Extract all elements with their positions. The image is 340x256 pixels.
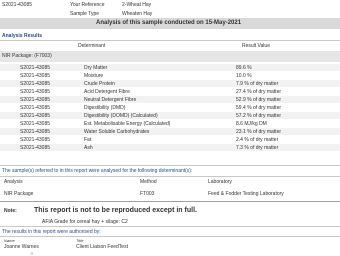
authoriser-title: Client Liaison FeedTest bbox=[76, 244, 128, 250]
referred-divider bbox=[0, 176, 340, 177]
row-value: 89.6 % bbox=[236, 65, 252, 71]
authoriser-name: Joanne Warnes bbox=[4, 244, 39, 250]
col-name: Name bbox=[4, 238, 15, 243]
row-determinant: Neutral Detergent Fibre bbox=[84, 97, 137, 103]
row-sample: S2021-43085 bbox=[20, 105, 51, 111]
row-sample: S2021-43085 bbox=[20, 89, 51, 95]
referred-laboratory: Feed & Fodder Testing Laboratory bbox=[208, 191, 284, 197]
col-analysis: Analysis bbox=[4, 179, 23, 185]
row-value: 59.4 % of dry matter bbox=[236, 105, 282, 111]
row-value: 23.1 % of dry matter bbox=[236, 129, 282, 135]
authorised-section-title: The results in this report were authoris… bbox=[2, 229, 101, 235]
sample-type-label: Sample Type bbox=[70, 11, 100, 17]
table-row bbox=[0, 96, 340, 103]
row-determinant: Digestibility (DOMD) (Calculated) bbox=[84, 113, 158, 119]
referred-bottom-line bbox=[0, 201, 340, 202]
note-label: Note: bbox=[4, 208, 17, 214]
table-row bbox=[0, 144, 340, 151]
row-value: 10.0 % bbox=[236, 73, 252, 79]
row-sample: S2021-43085 bbox=[20, 73, 51, 79]
row-value: 8.6 MJ/kg DM bbox=[236, 121, 267, 127]
results-section-title: Analysis Results bbox=[2, 33, 43, 39]
your-reference-label: Your Reference bbox=[70, 2, 105, 8]
row-sample: S2021-43085 bbox=[20, 65, 51, 71]
col-title: Title bbox=[76, 238, 84, 243]
row-sample: S2021-43085 bbox=[20, 121, 51, 127]
row-value: 7.9 % of dry matter bbox=[236, 81, 279, 87]
package-label: NIR Package: (F7003) bbox=[2, 53, 52, 59]
table-row bbox=[0, 128, 340, 135]
referred-method: FT003 bbox=[140, 191, 155, 197]
row-sample: S2021-43085 bbox=[20, 145, 51, 151]
row-sample: S2021-43085 bbox=[20, 97, 51, 103]
row-determinant: Crude Protein bbox=[84, 81, 115, 87]
row-determinant: Dry Matter bbox=[84, 65, 108, 71]
referred-divider-top bbox=[0, 165, 340, 166]
referred-analysis: NIR Package bbox=[4, 191, 34, 197]
row-value: 57.2 % of dry matter bbox=[236, 113, 282, 119]
table-row bbox=[0, 64, 340, 71]
col-method: Method bbox=[140, 179, 157, 185]
referred-section-title: The sample(s) referred to in this report… bbox=[2, 168, 193, 174]
row-determinant: Est. Metabolisable Energy (Calculated) bbox=[84, 121, 171, 127]
row-determinant: Acid Detergent Fibre bbox=[84, 89, 130, 95]
sample-type-value: Wheaten Hay bbox=[122, 11, 153, 17]
table-row bbox=[0, 112, 340, 119]
your-reference-value: 2-Wheat Hay bbox=[122, 2, 152, 8]
row-determinant: Digestibility (DMD) bbox=[84, 105, 126, 111]
afia-grade: AFIA Grade for cereal hay + silage: C2 bbox=[42, 219, 128, 225]
row-value: 2.4 % of dry matter bbox=[236, 137, 279, 143]
row-determinant: Fat bbox=[84, 137, 92, 143]
row-value: 27.4 % of dry matter bbox=[236, 89, 282, 95]
col-result-value: Result Value bbox=[242, 43, 270, 49]
note-text: This report is not to be reproduced exce… bbox=[34, 207, 197, 214]
col-determinant: Determinant bbox=[78, 43, 106, 49]
row-value: 52.9 % of dry matter bbox=[236, 97, 282, 103]
row-sample: S2021-43085 bbox=[20, 129, 51, 135]
row-determinant: Ash bbox=[84, 145, 93, 151]
signature-mark: ㄹ bbox=[30, 251, 34, 256]
results-divider bbox=[0, 40, 340, 41]
authorised-divider bbox=[0, 236, 340, 237]
row-determinant: Moisture bbox=[84, 73, 104, 79]
table-row bbox=[0, 80, 340, 87]
authorised-divider-top bbox=[0, 226, 340, 227]
conducted-heading: Analysis of this sample conducted on 15-… bbox=[96, 20, 242, 26]
col-laboratory: Laboratory bbox=[208, 179, 232, 185]
row-sample: S2021-43085 bbox=[20, 113, 51, 119]
row-sample: S2021-43085 bbox=[20, 137, 51, 143]
sample-id: S2021-43085 bbox=[2, 2, 33, 8]
row-value: 7.3 % of dry matter bbox=[236, 145, 279, 151]
row-sample: S2021-43085 bbox=[20, 81, 51, 87]
row-determinant: Water Soluble Carbohydrates bbox=[84, 129, 150, 135]
